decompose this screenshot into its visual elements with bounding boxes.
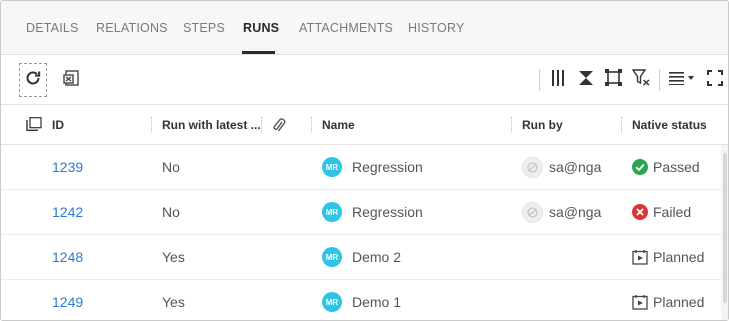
- manual-run-badge: MR: [322, 202, 342, 222]
- run-with-latest-value: Yes: [162, 249, 185, 265]
- native-status-text: Failed: [653, 204, 692, 220]
- tab-steps[interactable]: STEPS: [183, 21, 225, 35]
- run-by-user: sa@nga: [549, 159, 602, 175]
- run-id-link[interactable]: 1248: [52, 249, 83, 265]
- toolbar-divider: [659, 69, 660, 91]
- tab-bar: DETAILS RELATIONS STEPS RUNS ATTACHMENTS…: [1, 1, 728, 55]
- columns-icon: [551, 69, 565, 91]
- run-id-link[interactable]: 1242: [52, 204, 83, 220]
- column-resize-handle[interactable]: [621, 117, 622, 133]
- table-row[interactable]: 1242 No MR Regression sa@nga Failed: [1, 190, 721, 235]
- table-row[interactable]: 1239 No MR Regression sa@nga Passed: [1, 145, 721, 190]
- run-with-latest-value: No: [162, 204, 180, 220]
- fit-button[interactable]: [604, 69, 622, 91]
- export-excel-button[interactable]: [61, 69, 83, 91]
- column-header-run-with-latest[interactable]: Run with latest ...: [162, 118, 261, 132]
- columns-button[interactable]: [550, 69, 566, 91]
- active-tab-indicator: [242, 51, 275, 54]
- native-status-text: Passed: [653, 159, 700, 175]
- fullscreen-icon: [707, 69, 723, 91]
- run-with-latest-value: No: [162, 159, 180, 175]
- tab-relations[interactable]: RELATIONS: [96, 21, 168, 35]
- refresh-icon: [24, 69, 42, 92]
- scrollbar-thumb[interactable]: [723, 153, 727, 303]
- manual-run-badge: MR: [322, 157, 342, 177]
- planned-icon: [632, 249, 648, 265]
- run-with-latest-value: Yes: [162, 294, 185, 310]
- refresh-button[interactable]: [19, 63, 47, 97]
- planned-icon: [632, 294, 648, 310]
- export-excel-icon: [63, 69, 81, 92]
- density-icon: [669, 71, 695, 90]
- user-avatar: [522, 202, 543, 223]
- fullscreen-button[interactable]: [706, 69, 724, 91]
- toolbar: [1, 55, 728, 105]
- density-button[interactable]: [668, 71, 696, 89]
- column-header-name[interactable]: Name: [322, 118, 355, 132]
- run-name: Regression: [352, 204, 423, 220]
- manual-run-badge: MR: [322, 292, 342, 312]
- collapse-button[interactable]: [577, 70, 595, 91]
- column-resize-handle[interactable]: [261, 117, 262, 133]
- run-id-link[interactable]: 1249: [52, 294, 83, 310]
- tab-history[interactable]: HISTORY: [408, 21, 465, 35]
- select-all-icon[interactable]: [26, 117, 42, 136]
- native-status-text: Planned: [653, 249, 705, 265]
- column-resize-handle[interactable]: [151, 117, 152, 133]
- column-resize-handle[interactable]: [311, 117, 312, 133]
- check-circle-icon: [632, 159, 648, 175]
- tab-details[interactable]: DETAILS: [26, 21, 79, 35]
- run-id-link[interactable]: 1239: [52, 159, 83, 175]
- column-header-run-by[interactable]: Run by: [522, 118, 563, 132]
- native-status-text: Planned: [653, 294, 705, 310]
- tab-attachments[interactable]: ATTACHMENTS: [299, 21, 393, 35]
- column-header-native-status[interactable]: Native status: [632, 118, 707, 132]
- run-name: Demo 1: [352, 294, 402, 310]
- runs-panel: DETAILS RELATIONS STEPS RUNS ATTACHMENTS…: [0, 0, 729, 321]
- x-circle-icon: [632, 204, 648, 220]
- user-avatar: [522, 157, 543, 178]
- column-resize-handle[interactable]: [511, 117, 512, 133]
- manual-run-badge: MR: [322, 247, 342, 267]
- collapse-icon: [578, 70, 594, 91]
- tab-runs[interactable]: RUNS: [243, 21, 279, 35]
- filter-button[interactable]: [631, 69, 651, 91]
- paperclip-icon[interactable]: [272, 117, 286, 139]
- table-row[interactable]: 1248 Yes MR Demo 2 Planned: [1, 235, 721, 280]
- run-name: Demo 2: [352, 249, 402, 265]
- table-header: ID Run with latest ... Name Run by Nativ…: [1, 105, 728, 145]
- toolbar-divider: [539, 69, 540, 91]
- fit-icon: [604, 69, 622, 91]
- run-by-user: sa@nga: [549, 204, 602, 220]
- column-header-id[interactable]: ID: [52, 118, 64, 132]
- filter-icon: [631, 69, 651, 91]
- run-name: Regression: [352, 159, 423, 175]
- table-row[interactable]: 1249 Yes MR Demo 1 Planned: [1, 280, 721, 320]
